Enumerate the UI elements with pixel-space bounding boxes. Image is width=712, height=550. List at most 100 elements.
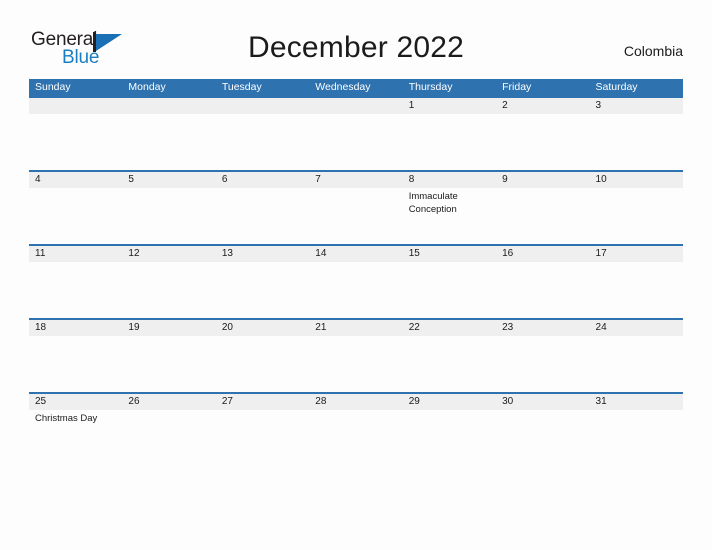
- day-cell[interactable]: [122, 336, 215, 392]
- day-cell-empty: [29, 98, 122, 114]
- locale-label: Colombia: [623, 43, 683, 59]
- day-number-band: 18 19 20 21 22 23 24: [29, 318, 683, 336]
- day-cell[interactable]: [403, 410, 496, 466]
- weekday-header-wednesday: Wednesday: [315, 81, 371, 93]
- day-cell[interactable]: [29, 262, 122, 318]
- day-number-band: 11 12 13 14 15 16 17: [29, 244, 683, 262]
- day-cell[interactable]: [496, 188, 589, 244]
- day-number[interactable]: 21: [309, 320, 402, 336]
- day-events-row: [29, 262, 683, 318]
- calendar-week-row: 4 5 6 7 8 9 10 Immaculate Conception: [29, 170, 683, 244]
- day-cell[interactable]: [590, 410, 683, 466]
- day-number[interactable]: 17: [590, 246, 683, 262]
- day-number[interactable]: 20: [216, 320, 309, 336]
- day-number[interactable]: 16: [496, 246, 589, 262]
- calendar-weeks: 1 2 3 4 5 6 7 8 9 10 Immaculate Conception 11 12 13 14…: [29, 96, 683, 466]
- day-cell[interactable]: [309, 262, 402, 318]
- day-cell[interactable]: [122, 410, 215, 466]
- day-number[interactable]: 22: [403, 320, 496, 336]
- day-events-row: Christmas Day: [29, 410, 683, 466]
- day-cell[interactable]: [29, 114, 122, 170]
- day-number[interactable]: 15: [403, 246, 496, 262]
- day-cell[interactable]: [122, 262, 215, 318]
- day-cell-empty: [122, 98, 215, 114]
- day-number[interactable]: 19: [122, 320, 215, 336]
- day-number-band: 123: [29, 96, 683, 114]
- calendar-week-row: 123: [29, 96, 683, 170]
- day-cell[interactable]: [122, 188, 215, 244]
- day-number[interactable]: 1: [403, 98, 496, 114]
- day-cell[interactable]: [216, 262, 309, 318]
- day-cell[interactable]: [403, 262, 496, 318]
- day-number[interactable]: 30: [496, 394, 589, 410]
- calendar-grid: Sunday Monday Tuesday Wednesday Thursday Frid…: [29, 79, 683, 466]
- day-number[interactable]: 23: [496, 320, 589, 336]
- day-number[interactable]: 11: [29, 246, 122, 262]
- day-cell[interactable]: [29, 336, 122, 392]
- day-cell[interactable]: Christmas Day: [29, 410, 122, 466]
- calendar-week-row: 11 12 13 14 15 16 17: [29, 244, 683, 318]
- day-events-row: Immaculate Conception: [29, 188, 683, 244]
- day-cell[interactable]: [309, 410, 402, 466]
- day-cell[interactable]: [216, 410, 309, 466]
- day-number[interactable]: 25: [29, 394, 122, 410]
- day-cell[interactable]: [590, 114, 683, 170]
- weekday-header-sunday: Sunday: [35, 81, 71, 93]
- day-number[interactable]: 6: [216, 172, 309, 188]
- day-number[interactable]: 18: [29, 320, 122, 336]
- day-cell[interactable]: [403, 114, 496, 170]
- calendar-week-row: 18 19 20 21 22 23 24: [29, 318, 683, 392]
- day-cell[interactable]: [496, 114, 589, 170]
- day-number[interactable]: 14: [309, 246, 402, 262]
- weekday-header-monday: Monday: [128, 81, 166, 93]
- day-number-band: 25 26 27 28 29 30 31: [29, 392, 683, 410]
- day-events-row: [29, 114, 683, 170]
- day-cell[interactable]: [496, 336, 589, 392]
- day-number[interactable]: 31: [590, 394, 683, 410]
- day-number[interactable]: 24: [590, 320, 683, 336]
- day-number[interactable]: 2: [496, 98, 589, 114]
- day-number[interactable]: 10: [590, 172, 683, 188]
- day-cell[interactable]: [216, 114, 309, 170]
- day-number[interactable]: 3: [590, 98, 683, 114]
- page-title: December 2022: [247, 31, 465, 64]
- day-cell[interactable]: [122, 114, 215, 170]
- day-cell-empty: [216, 98, 309, 114]
- day-cell[interactable]: [29, 188, 122, 244]
- calendar-page: General Blue December 2022 Colombia Sund…: [0, 0, 712, 550]
- day-cell[interactable]: [496, 410, 589, 466]
- day-number-band: 4 5 6 7 8 9 10: [29, 170, 683, 188]
- weekday-header-row: Sunday Monday Tuesday Wednesday Thursday Frid…: [29, 79, 683, 96]
- weekday-header-thursday: Thursday: [408, 81, 453, 93]
- day-cell[interactable]: [309, 336, 402, 392]
- day-cell[interactable]: [216, 188, 309, 244]
- day-number[interactable]: 12: [122, 246, 215, 262]
- day-number[interactable]: 29: [403, 394, 496, 410]
- day-number[interactable]: 27: [216, 394, 309, 410]
- day-number[interactable]: 7: [309, 172, 402, 188]
- day-number[interactable]: 8: [403, 172, 496, 188]
- day-cell[interactable]: [590, 262, 683, 318]
- holiday-event: Immaculate Conception: [408, 191, 458, 215]
- holiday-event: Christmas Day: [35, 413, 98, 424]
- calendar-week-row: 25 26 27 28 29 30 31 Christmas Day: [29, 392, 683, 466]
- day-cell[interactable]: [309, 114, 402, 170]
- day-events-row: [29, 336, 683, 392]
- day-number[interactable]: 26: [122, 394, 215, 410]
- day-cell[interactable]: [309, 188, 402, 244]
- weekday-header-saturday: Saturday: [595, 81, 638, 93]
- day-number[interactable]: 13: [216, 246, 309, 262]
- day-number[interactable]: 9: [496, 172, 589, 188]
- day-cell[interactable]: Immaculate Conception: [403, 188, 496, 244]
- day-cell[interactable]: [590, 188, 683, 244]
- day-cell-empty: [309, 98, 402, 114]
- weekday-header-tuesday: Tuesday: [221, 81, 262, 93]
- day-cell[interactable]: [216, 336, 309, 392]
- day-number[interactable]: 5: [122, 172, 215, 188]
- day-number[interactable]: 4: [29, 172, 122, 188]
- page-header: General Blue December 2022 Colombia: [0, 0, 712, 78]
- day-cell[interactable]: [496, 262, 589, 318]
- day-number[interactable]: 28: [309, 394, 402, 410]
- day-cell[interactable]: [403, 336, 496, 392]
- day-cell[interactable]: [590, 336, 683, 392]
